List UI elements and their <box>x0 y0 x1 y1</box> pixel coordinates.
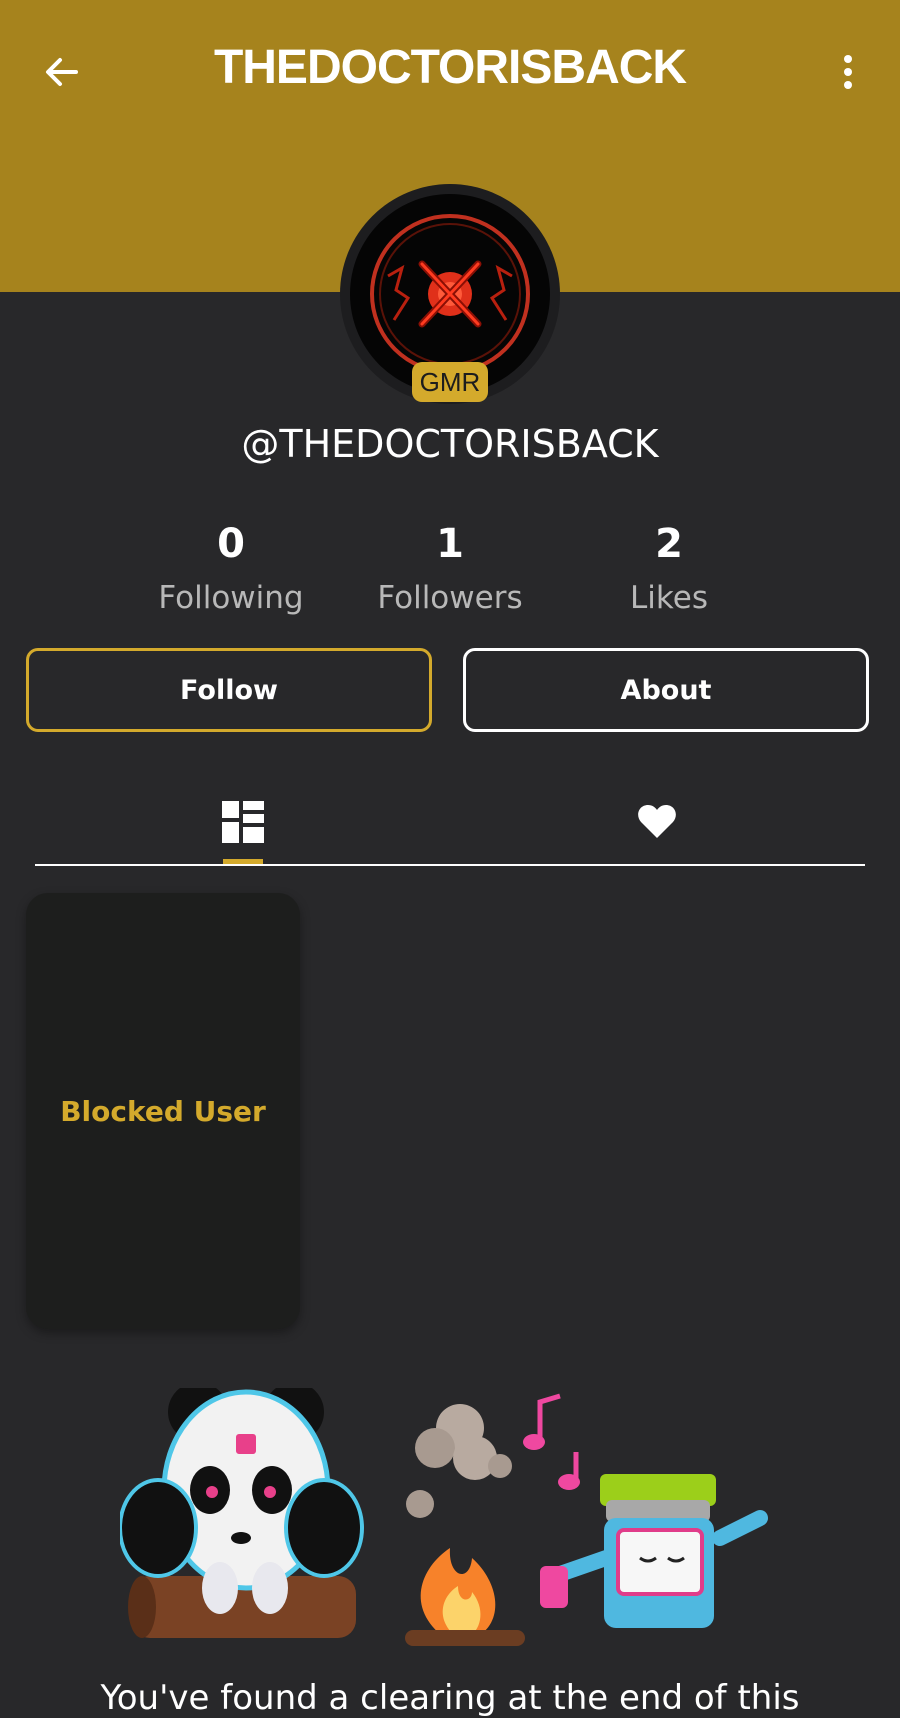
tab-posts[interactable] <box>168 780 318 864</box>
grid-icon <box>222 801 264 843</box>
follow-button[interactable]: Follow <box>26 648 432 732</box>
page-title: THEDOCTORISBACK <box>213 41 687 94</box>
end-of-feed-message: You've found a clearing at the end of th… <box>100 1678 800 1718</box>
heart-icon <box>638 805 676 838</box>
more-vertical-icon <box>844 55 852 89</box>
gmr-badge: GMR <box>412 362 488 402</box>
followers-stat[interactable]: 1 Followers <box>340 516 560 624</box>
likes-count: 2 <box>655 521 683 567</box>
tab-likes[interactable] <box>582 780 732 864</box>
followers-label: Followers <box>377 580 523 616</box>
back-button[interactable] <box>36 46 88 98</box>
profile-handle: @THEDOCTORISBACK <box>241 422 659 466</box>
likes-stat[interactable]: 2 Likes <box>559 516 779 624</box>
arrow-left-icon <box>46 58 78 86</box>
following-count: 0 <box>217 521 245 567</box>
post-card[interactable]: Blocked User <box>26 893 300 1329</box>
tab-divider <box>35 864 865 866</box>
followers-count: 1 <box>436 521 464 567</box>
following-label: Following <box>158 580 304 616</box>
about-button[interactable]: About <box>463 648 869 732</box>
blocked-user-label: Blocked User <box>60 1094 266 1128</box>
likes-label: Likes <box>630 580 708 616</box>
following-stat[interactable]: 0 Following <box>121 516 341 624</box>
more-options-button[interactable] <box>822 46 874 98</box>
panda-campfire-jar-illustration <box>118 1382 780 1658</box>
